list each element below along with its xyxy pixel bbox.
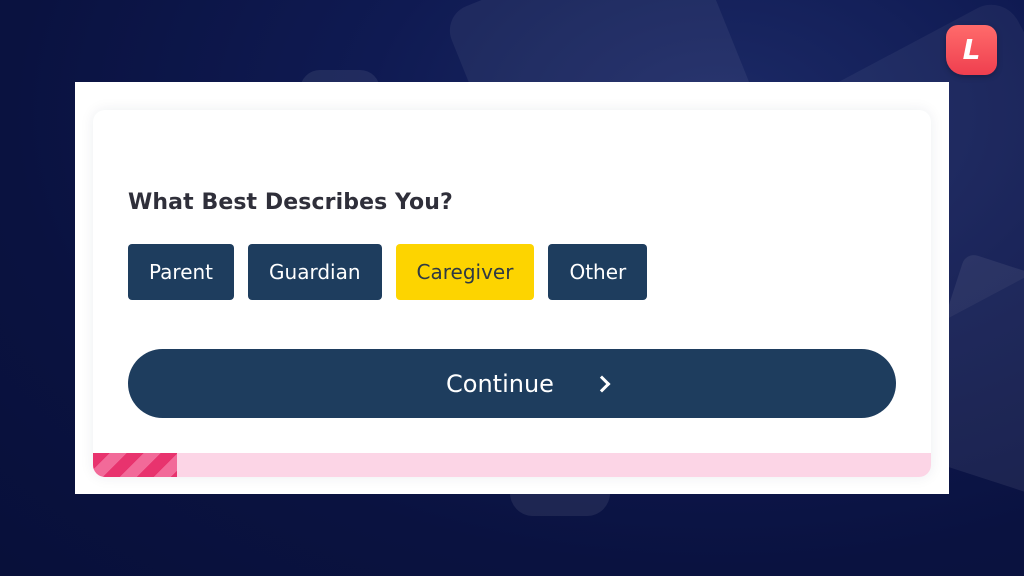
logo-letter: L xyxy=(962,33,981,66)
brand-logo-icon: L xyxy=(946,25,997,75)
option-caregiver-button[interactable]: Caregiver xyxy=(395,244,535,300)
option-group: Parent Guardian Caregiver Other xyxy=(128,244,648,300)
option-parent-button[interactable]: Parent xyxy=(128,244,235,300)
option-guardian-button[interactable]: Guardian xyxy=(248,244,382,300)
chevron-right-icon xyxy=(593,375,611,392)
progress-bar xyxy=(93,453,931,477)
option-other-button[interactable]: Other xyxy=(548,244,648,300)
screenshot-frame: What Best Describes You? Parent Guardian… xyxy=(75,82,949,494)
progress-fill xyxy=(93,453,177,477)
question-title: What Best Describes You? xyxy=(128,190,453,215)
continue-label: Continue xyxy=(446,369,554,398)
continue-button[interactable]: Continue xyxy=(128,349,896,418)
question-card: What Best Describes You? Parent Guardian… xyxy=(93,110,931,477)
